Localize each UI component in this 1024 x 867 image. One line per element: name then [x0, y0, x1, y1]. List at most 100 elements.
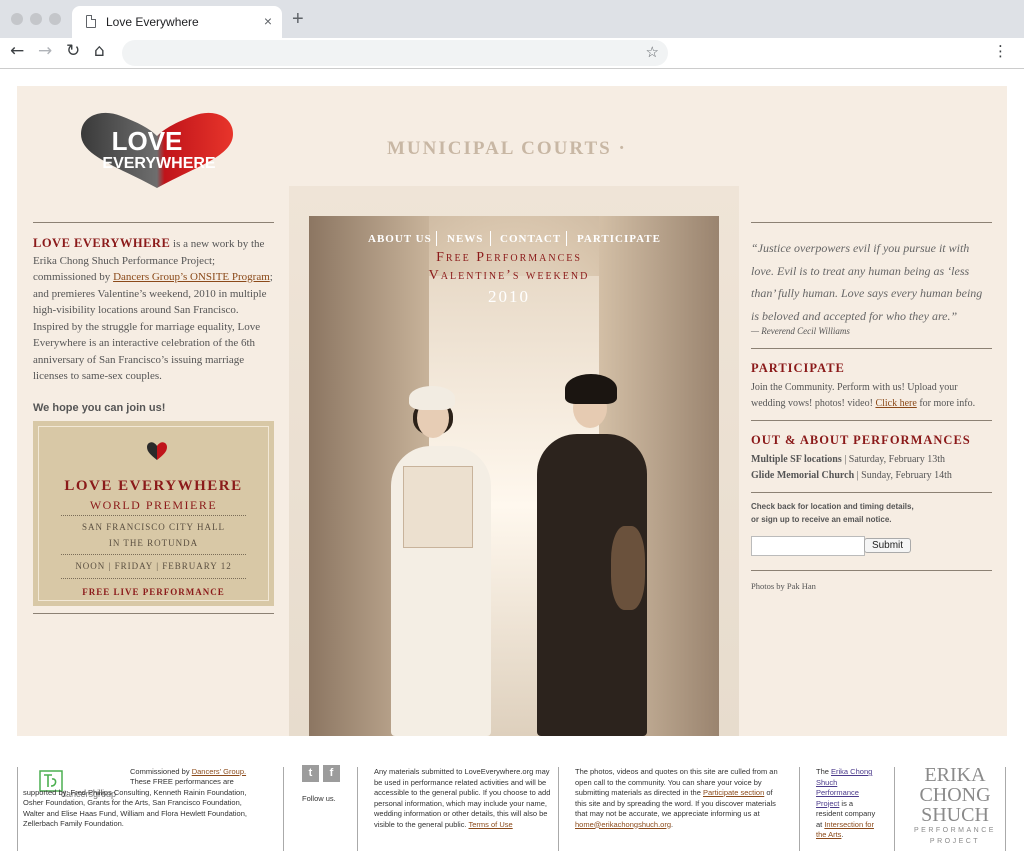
figure-right-hat [565, 374, 617, 404]
dancers-group-link[interactable]: Dancers' Group. [192, 767, 246, 776]
performance-item: Glide Memorial Church | Sunday, February… [751, 468, 992, 484]
logo-love-text: LOVE [112, 126, 183, 156]
performance-item: Multiple SF locations | Saturday, Februa… [751, 452, 992, 468]
building-sign: MUNICIPAL COURTS · [387, 138, 627, 159]
premiere-free-label: FREE LIVE PERFORMANCE [82, 587, 225, 597]
participate-text-2: for more info. [916, 397, 976, 409]
nav-separator [436, 231, 437, 246]
participate-text: Join the Community. Perform with us! Upl… [751, 380, 992, 411]
back-arrow-icon[interactable]: ← [10, 41, 24, 61]
photos-text-3: . [671, 819, 674, 829]
dotted-divider [61, 578, 246, 579]
browser-tab-bar: Love Everywhere × + [0, 0, 1024, 38]
intro-text-cont: ; and premieres Valentine’s weekend, 201… [33, 271, 273, 382]
participate-section-link[interactable]: Participate section [703, 788, 764, 797]
nav-participate[interactable]: PARTICIPATE [577, 233, 661, 245]
nav-separator [490, 231, 491, 246]
quote-attribution: — Reverend Cecil Williams [751, 326, 850, 336]
twitter-icon[interactable]: t [302, 765, 319, 782]
footer-divider [894, 767, 895, 851]
footer-divider [799, 767, 800, 851]
divider [33, 222, 274, 223]
forward-arrow-icon[interactable]: → [38, 41, 52, 61]
participate-click-here-link[interactable]: Click here [875, 398, 916, 409]
commissioned-para-top: Commissioned by Dancers' Group. [23, 767, 257, 778]
premiere-frame: LOVE EVERYWHERE WORLD PREMIERE SAN FRANC… [38, 426, 269, 601]
intro-lead: LOVE EVERYWHERE [33, 236, 171, 250]
site-footer: dancersgroup Commissioned by Dancers' Gr… [17, 765, 1007, 855]
ecs-pre: The [816, 767, 832, 776]
promo-free-performances: Free Performances [436, 250, 582, 265]
browser-tab[interactable]: Love Everywhere × [72, 6, 282, 38]
promo-year: 2010 [488, 287, 530, 306]
ecs-logo-sub: PERFORMANCE PROJECT [914, 827, 996, 845]
heart-logo-icon: LOVE EVERYWHERE [81, 112, 233, 188]
small-heart-icon [147, 442, 167, 460]
tab-close-icon[interactable]: × [264, 13, 272, 29]
quote-text: “Justice overpowers evil if you pursue i… [751, 241, 983, 323]
intersection-link[interactable]: Intersection for the Arts [816, 820, 874, 840]
intro-paragraph: LOVE EVERYWHERE is a new work by the Eri… [33, 235, 274, 385]
window-maximize-dot[interactable] [49, 13, 61, 25]
nav-about-us[interactable]: ABOUT US [368, 233, 432, 245]
performance-date: | Sunday, February 14th [854, 469, 952, 481]
participate-heading: PARTICIPATE [751, 361, 845, 375]
nav-news[interactable]: NEWS [447, 233, 483, 245]
footer-materials: Any materials submitted to LoveEverywher… [374, 767, 559, 855]
divider [751, 348, 992, 349]
footer-photos: The photos, videos and quotes on this si… [575, 767, 780, 855]
onsite-program-link[interactable]: Dancers Group’s ONSITE Program [113, 271, 270, 283]
new-tab-button[interactable]: + [292, 8, 304, 31]
browser-toolbar: ← → ↻ ⌂ ☆ ⋮ [0, 38, 1024, 69]
terms-of-use-link[interactable]: Terms of Use [469, 820, 513, 829]
ecs-end: . [841, 830, 844, 839]
premiere-time: NOON | FRIDAY | FEBRUARY 12 [75, 561, 232, 571]
document-icon [86, 15, 96, 28]
performance-location: Glide Memorial Church [751, 469, 855, 481]
kebab-menu-icon[interactable]: ⋮ [993, 42, 1008, 60]
performance-date: | Saturday, February 13th [841, 454, 946, 465]
ecs-logo[interactable]: ERIKA CHONG SHUCH PERFORMANCE PROJECT [910, 765, 1000, 847]
footer-divider [17, 767, 18, 851]
home-icon[interactable]: ⌂ [94, 41, 105, 61]
divider [33, 613, 274, 614]
violin [611, 526, 645, 610]
premiere-venue: SAN FRANCISCO CITY HALL [82, 522, 225, 532]
photo-credit: Photos by Pak Han [751, 581, 816, 591]
premiere-venue-sub: IN THE ROTUNDA [108, 538, 199, 548]
join-us-text: We hope you can join us! [33, 401, 166, 414]
email-link[interactable]: home@erikachongshuch.org [575, 820, 671, 829]
email-signup-form: Submit [751, 536, 992, 558]
left-column: LOVE EVERYWHERE is a new work by the Eri… [33, 222, 274, 432]
love-everywhere-logo[interactable]: LOVE EVERYWHERE [77, 106, 237, 194]
materials-text: Any materials submitted to LoveEverywher… [374, 767, 551, 829]
commissioned-text: These FREE performances are supported by… [23, 777, 247, 828]
address-bar[interactable]: ☆ [122, 40, 668, 66]
premiere-subtitle: WORLD PREMIERE [89, 498, 218, 512]
email-input[interactable] [751, 536, 865, 556]
divider [751, 222, 992, 223]
facebook-icon[interactable]: f [323, 765, 340, 782]
window-close-dot[interactable] [11, 13, 23, 25]
star-icon[interactable]: ☆ [646, 43, 659, 61]
ecs-logo-line: SHUCH [921, 804, 989, 826]
footer-commissioned: Commissioned by Dancers' Group. These FR… [23, 767, 257, 855]
follow-us-text: Follow us. [302, 794, 336, 803]
promo-valentines: Valentine’s weekend [428, 268, 590, 283]
nav-separator [566, 231, 567, 246]
divider [751, 492, 992, 493]
window-minimize-dot[interactable] [30, 13, 42, 25]
footer-divider [558, 767, 559, 851]
ecs-logo-line: CHONG [919, 784, 991, 806]
premiere-title: LOVE EVERYWHERE [64, 478, 243, 494]
nav-contact[interactable]: CONTACT [500, 233, 561, 245]
logo-everywhere-text: EVERYWHERE [102, 155, 216, 172]
tab-title: Love Everywhere [106, 15, 199, 29]
submit-button[interactable]: Submit [864, 538, 911, 553]
ecs-logo-line: ERIKA [924, 764, 986, 786]
site-main: MUNICIPAL COURTS · ABOUT US NEWS CONTACT… [17, 86, 1007, 736]
reload-icon[interactable]: ↻ [66, 41, 80, 61]
footer-divider [283, 767, 284, 851]
accordion [403, 466, 473, 548]
commissioned-pre: Commissioned by [130, 767, 192, 776]
